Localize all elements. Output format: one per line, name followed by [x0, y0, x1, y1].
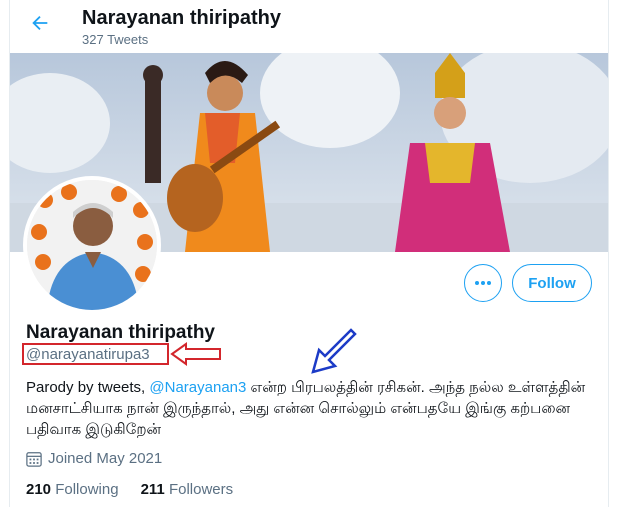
more-dots-icon [475, 281, 491, 285]
more-options-button[interactable] [464, 264, 502, 302]
followers-label: Followers [168, 481, 234, 498]
red-highlight-box [22, 343, 169, 365]
profile-avatar[interactable] [23, 176, 161, 314]
blue-arrow-annotation [311, 328, 357, 374]
bio-text-start: Parody by tweets, [26, 379, 150, 396]
header-title: Narayanan thiripathy [82, 7, 281, 29]
calendar-icon [26, 451, 42, 467]
follow-button[interactable]: Follow [512, 264, 592, 302]
following-link[interactable]: 210 Following [26, 481, 119, 498]
joined-label: Joined May 2021 [48, 450, 163, 467]
following-count: 210 [26, 481, 52, 498]
red-arrow-annotation [170, 342, 221, 366]
tweet-count: 327 Tweets [82, 32, 149, 47]
profile-bio: Parody by tweets, @Narayanan3 என்ற பிரபல… [26, 377, 586, 440]
followers-link[interactable]: 211 Followers [141, 481, 234, 498]
back-arrow-icon[interactable] [26, 9, 54, 37]
followers-count: 211 [140, 481, 165, 498]
bio-mention-link[interactable]: @Narayanan3 [149, 379, 246, 396]
follow-stats: 210 Following 211 Followers [26, 481, 233, 498]
joined-date: Joined May 2021 [26, 450, 162, 467]
following-label: Following [55, 481, 119, 498]
profile-header: Narayanan thiripathy 327 Tweets [10, 0, 608, 53]
profile-page: Narayanan thiripathy 327 Tweets Follow N… [9, 0, 609, 507]
